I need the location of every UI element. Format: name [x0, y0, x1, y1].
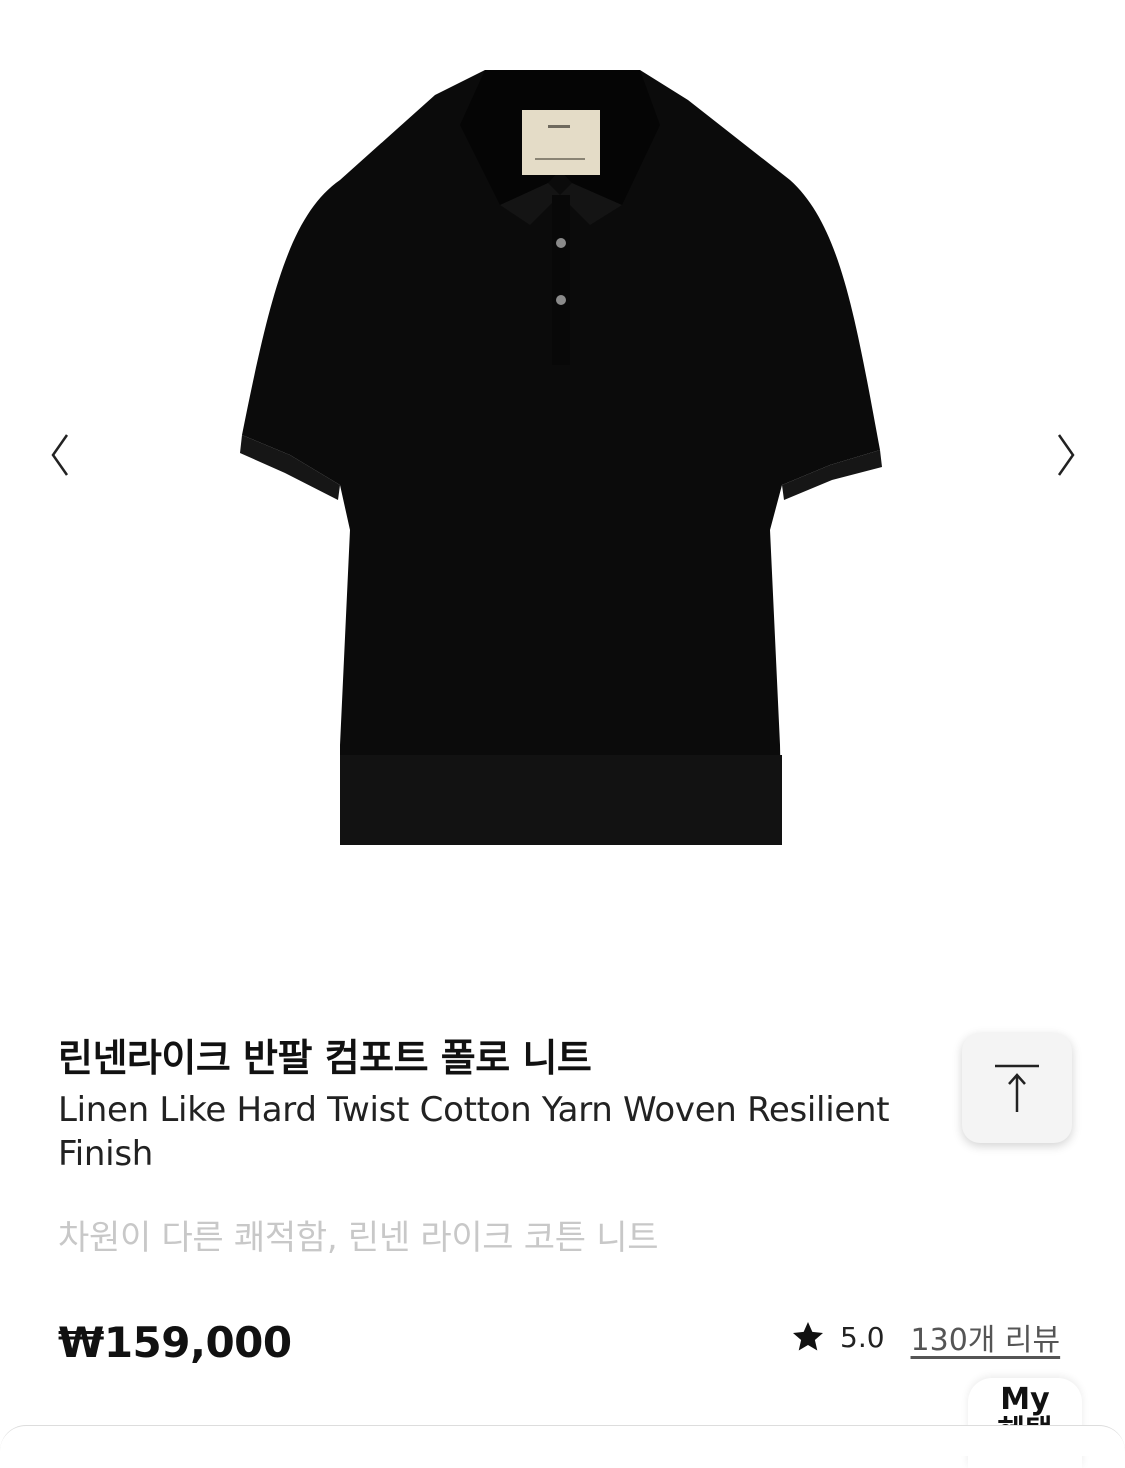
rating-value: 5.0: [840, 1320, 885, 1354]
product-image: [240, 70, 882, 845]
bottom-sheet-edge: [0, 1425, 1125, 1456]
scroll-to-top-button[interactable]: [962, 1033, 1072, 1143]
product-image-gallery: [0, 0, 1125, 960]
chevron-right-icon: [1057, 434, 1075, 476]
product-title-korean: 린넨라이크 반팔 컴포트 폴로 니트: [58, 1036, 592, 1080]
product-price: ₩159,000: [58, 1318, 292, 1367]
review-count-link[interactable]: 130개 리뷰: [911, 1315, 1061, 1359]
chevron-left-icon: [51, 434, 69, 476]
product-title-english: Linen Like Hard Twist Cotton Yarn Woven …: [58, 1090, 890, 1174]
next-image-button[interactable]: [1046, 425, 1086, 485]
my-benefit-label-line1: My: [1000, 1382, 1050, 1417]
arrow-up-to-top-icon: [995, 1064, 1039, 1112]
rating-summary: 5.0 130개 리뷰: [790, 1315, 1060, 1359]
previous-image-button[interactable]: [40, 425, 80, 485]
star-icon: [793, 1322, 823, 1351]
product-subtitle: 차원이 다른 쾌적함, 린넨 라이크 코튼 니트: [58, 1218, 659, 1258]
